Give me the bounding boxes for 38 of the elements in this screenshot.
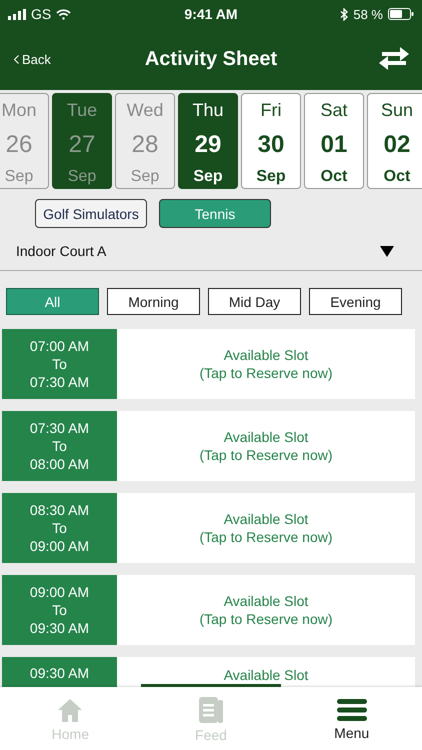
- time-filter-tab[interactable]: Mid Day: [208, 288, 301, 315]
- dropdown-arrow-icon[interactable]: [380, 246, 394, 256]
- swap-arrows-icon: [378, 47, 410, 71]
- date-tab[interactable]: Thu 29 Sep: [178, 93, 238, 189]
- home-icon: [57, 698, 84, 722]
- carrier-name: GS: [31, 6, 52, 22]
- time-filter-tab[interactable]: Evening: [309, 288, 402, 315]
- battery-icon: [388, 8, 414, 20]
- category-button[interactable]: Tennis: [159, 199, 271, 228]
- bluetooth-icon: [340, 8, 348, 20]
- newspaper-icon: [199, 697, 223, 723]
- court-dropdown[interactable]: Indoor Court A: [16, 243, 106, 259]
- page-title: Activity Sheet: [144, 48, 278, 70]
- category-button[interactable]: Golf Simulators: [35, 199, 147, 228]
- time-filter-tab[interactable]: Morning: [107, 288, 200, 315]
- date-tab[interactable]: Sun 02 Oct: [367, 93, 422, 189]
- battery-percent: 58 %: [353, 6, 383, 22]
- reserve-slot[interactable]: Available Slot (Tap to Reserve now): [117, 329, 415, 399]
- time-filter-tab[interactable]: All: [6, 288, 99, 315]
- reserve-slot[interactable]: Available Slot (Tap to Reserve now): [117, 575, 415, 645]
- reserve-slot[interactable]: Available Slot (Tap to Reserve now): [117, 411, 415, 481]
- chevron-left-icon: [14, 54, 19, 64]
- clock-time: 9:41 AM: [184, 6, 238, 22]
- back-button[interactable]: Back: [14, 52, 51, 66]
- wifi-icon: [56, 8, 72, 20]
- slot-time: 07:00 AM To 07:30 AM: [2, 329, 117, 399]
- date-tab[interactable]: Sat 01 Oct: [304, 93, 364, 189]
- reserve-slot[interactable]: Available Slot (Tap to Reserve now): [117, 493, 415, 563]
- slot-time: 09:30 AM: [2, 657, 117, 687]
- slot-time: 09:00 AM To 09:30 AM: [2, 575, 117, 645]
- slot-time: 07:30 AM To 08:00 AM: [2, 411, 117, 481]
- slot-time: 08:30 AM To 09:00 AM: [2, 493, 117, 563]
- tab-bar-item[interactable]: Menu: [281, 687, 422, 750]
- menu-icon: [336, 699, 367, 721]
- date-tab[interactable]: Fri 30 Sep: [241, 93, 301, 189]
- signal-icon: [8, 8, 26, 20]
- reserve-slot[interactable]: Available Slot: [117, 657, 415, 687]
- swap-button[interactable]: [378, 47, 410, 71]
